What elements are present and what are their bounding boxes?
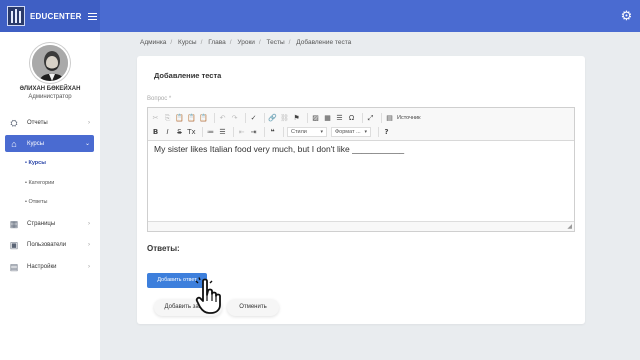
maximize-icon[interactable]: ⤢ bbox=[366, 113, 375, 123]
link-icon[interactable]: 🔗 bbox=[268, 113, 277, 123]
breadcrumb: Админка / Курсы / Глава / Уроки / Тесты / Доб… bbox=[140, 39, 352, 46]
source-icon: ▤ bbox=[386, 113, 393, 122]
house-icon: ⌂ bbox=[11, 138, 17, 149]
cut-icon[interactable]: ✂ bbox=[151, 113, 160, 123]
numbered-list-icon[interactable]: ≔ bbox=[206, 127, 215, 137]
sidebar-item-label: Настройки bbox=[27, 263, 57, 270]
help-icon[interactable]: ? bbox=[382, 127, 391, 137]
paste-text-icon[interactable]: 📋 bbox=[187, 113, 196, 123]
special-char-icon[interactable]: Ω bbox=[347, 113, 356, 123]
user-name: ӘЛИХАН БӨКЕЙХАН bbox=[19, 86, 81, 92]
redo-icon[interactable]: ↷ bbox=[230, 113, 239, 123]
editor-footer: ◢ bbox=[148, 221, 574, 231]
sidebar-item-users[interactable]: ▣ Пользователи › bbox=[5, 236, 94, 253]
copy-icon[interactable]: ⎘ bbox=[163, 113, 172, 123]
source-label: Источник bbox=[397, 114, 421, 121]
pages-icon: ▦ bbox=[9, 218, 19, 229]
styles-select[interactable]: Стили ▾ bbox=[287, 126, 327, 137]
page-title: Добавление теста bbox=[154, 71, 222, 80]
breadcrumb-current: Добавление теста bbox=[296, 39, 352, 46]
anchor-icon[interactable]: ⚑ bbox=[292, 113, 301, 123]
italic-icon[interactable]: I bbox=[163, 127, 172, 137]
sidebar-item-label: Отчеты bbox=[27, 119, 48, 126]
editor-toolbar: ✂ ⎘ 📋 📋 📋 ↶ ↷ ✓ 🔗 ⛓ ⚑ ▨ ▦ ☰ Ω ⤢ ▤ Источн… bbox=[148, 108, 574, 141]
chevron-down-icon: ⌄ bbox=[84, 141, 90, 147]
sidebar: ӘЛИХАН БӨКЕЙХАН Администратор ⛭ Отчеты ›… bbox=[0, 32, 100, 360]
horizontal-line-icon[interactable]: ☰ bbox=[335, 113, 344, 123]
chart-icon: ⛭ bbox=[10, 117, 18, 128]
sidebar-item-pages[interactable]: ▦ Страницы › bbox=[5, 215, 94, 232]
hand-pointer-icon bbox=[195, 277, 221, 314]
menu-icon[interactable] bbox=[87, 12, 97, 20]
breadcrumb-chapter[interactable]: Глава bbox=[208, 39, 226, 46]
question-label: Вопрос * bbox=[147, 96, 172, 102]
top-bar: EDUCENTER ⚙ bbox=[0, 0, 640, 32]
indent-icon[interactable]: ⇥ bbox=[249, 127, 258, 137]
breadcrumb-courses[interactable]: Курсы bbox=[178, 39, 197, 46]
gear-icon[interactable]: ⚙ bbox=[620, 9, 633, 22]
outdent-icon[interactable]: ⇤ bbox=[237, 127, 246, 137]
breadcrumb-lessons[interactable]: Уроки bbox=[237, 39, 255, 46]
blockquote-icon[interactable]: ❝ bbox=[268, 127, 277, 137]
image-icon[interactable]: ▨ bbox=[311, 113, 320, 123]
users-icon: ▣ bbox=[9, 239, 19, 250]
sidebar-item-settings[interactable]: ▤ Настройки › bbox=[5, 258, 94, 275]
subitem-courses[interactable]: • Курсы bbox=[25, 160, 46, 166]
bold-icon[interactable]: B bbox=[151, 127, 160, 137]
settings-icon: ▤ bbox=[9, 261, 19, 272]
remove-format-icon[interactable]: Tx bbox=[187, 127, 196, 137]
subitem-answers[interactable]: • Ответы bbox=[25, 199, 47, 205]
sidebar-item-reports[interactable]: ⛭ Отчеты › bbox=[5, 114, 94, 131]
brand[interactable]: EDUCENTER bbox=[0, 0, 100, 32]
answers-label: Ответы: bbox=[147, 244, 180, 253]
bulleted-list-icon[interactable]: ☰ bbox=[218, 127, 227, 137]
strike-icon[interactable]: S bbox=[175, 127, 184, 137]
undo-icon[interactable]: ↶ bbox=[218, 113, 227, 123]
sidebar-item-label: Курсы bbox=[27, 140, 45, 147]
editor-text[interactable]: My sister likes Italian food very much, … bbox=[154, 144, 404, 154]
sidebar-item-label: Страницы bbox=[27, 220, 56, 227]
chevron-right-icon: › bbox=[88, 119, 90, 126]
subitem-categories[interactable]: • Категории bbox=[25, 180, 54, 186]
user-role: Администратор bbox=[28, 94, 72, 100]
sidebar-item-courses[interactable]: ⌂ Курсы ⌄ bbox=[5, 135, 94, 152]
paste-word-icon[interactable]: 📋 bbox=[199, 113, 208, 123]
avatar bbox=[30, 43, 70, 83]
paste-icon[interactable]: 📋 bbox=[175, 113, 184, 123]
table-icon[interactable]: ▦ bbox=[323, 113, 332, 123]
source-button[interactable]: ▤ Источник bbox=[385, 113, 420, 123]
unlink-icon[interactable]: ⛓ bbox=[280, 113, 289, 123]
breadcrumb-admin[interactable]: Админка bbox=[140, 39, 166, 46]
chevron-right-icon: › bbox=[88, 241, 90, 248]
chevron-right-icon: › bbox=[88, 263, 90, 270]
building-logo-icon bbox=[7, 6, 25, 26]
chevron-right-icon: › bbox=[88, 220, 90, 227]
sidebar-item-label: Пользователи bbox=[27, 241, 67, 248]
format-select[interactable]: Формат ... ▾ bbox=[331, 126, 371, 137]
spellcheck-icon[interactable]: ✓ bbox=[249, 113, 258, 123]
cancel-button[interactable]: Отменить bbox=[227, 299, 279, 316]
breadcrumb-tests[interactable]: Тесты bbox=[267, 39, 285, 46]
brand-name: EDUCENTER bbox=[30, 11, 82, 21]
resize-handle-icon[interactable]: ◢ bbox=[567, 223, 572, 230]
question-editor[interactable]: ✂ ⎘ 📋 📋 📋 ↶ ↷ ✓ 🔗 ⛓ ⚑ ▨ ▦ ☰ Ω ⤢ ▤ Источн… bbox=[147, 107, 575, 232]
